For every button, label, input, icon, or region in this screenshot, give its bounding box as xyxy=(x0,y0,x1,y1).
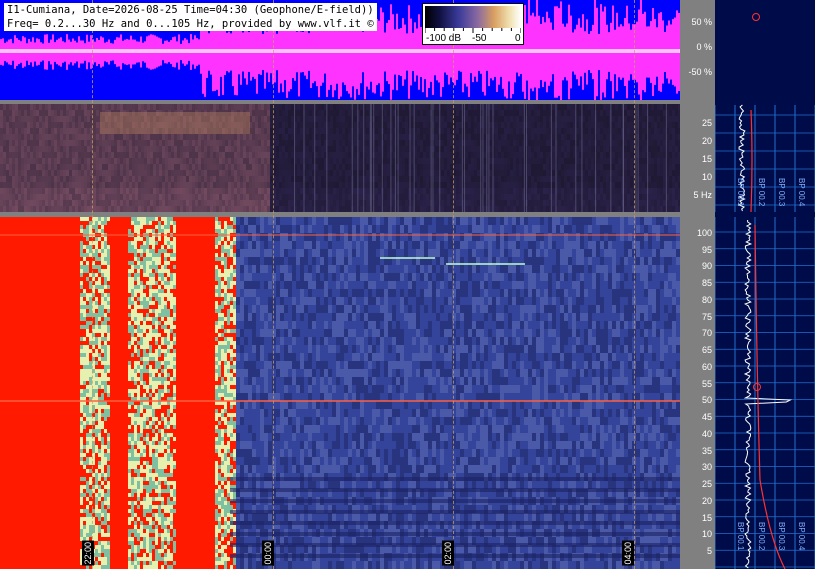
amplitude-panel: I1-Cumiana, Date=2026-08-25 Time=04:30 (… xyxy=(0,0,680,100)
high-tick-10: 10 xyxy=(701,529,712,540)
high-tick-45: 45 xyxy=(701,412,712,423)
colorbar-gradient xyxy=(425,6,521,28)
bp-label-lower-2: BP 00.2 xyxy=(757,522,766,551)
low-tick-10: 10 xyxy=(701,172,712,182)
time-label-0000: 00:00 xyxy=(262,541,274,566)
high-tick-15: 15 xyxy=(701,512,712,523)
amp-tick-50: 50 % xyxy=(691,17,712,27)
spectrum-side-panel: BP 00.1 BP 00.2 BP 00.3 BP 00.4 BP 00.1 … xyxy=(715,0,815,569)
low-spectrogram-image xyxy=(0,104,680,212)
high-tick-5: 5 xyxy=(706,546,712,557)
colorbar-labels: -100 dB -50 0 xyxy=(423,33,523,45)
header-line-frequency: Freq= 0.2...30 Hz and 0...105 Hz, provid… xyxy=(7,18,374,30)
high-tick-30: 30 xyxy=(701,462,712,473)
amp-tick-0: 0 % xyxy=(696,42,712,52)
low-tick-5: 5 Hz xyxy=(693,190,712,200)
high-spectrogram-image xyxy=(0,217,680,569)
bp-label-lower-3: BP 00.3 xyxy=(777,522,786,551)
high-tick-35: 35 xyxy=(701,445,712,456)
high-tick-40: 40 xyxy=(701,428,712,439)
high-tick-75: 75 xyxy=(701,311,712,322)
bp-label-lower-4: BP 00.4 xyxy=(797,522,806,551)
high-tick-25: 25 xyxy=(701,479,712,490)
station-header: I1-Cumiana, Date=2026-08-25 Time=04:30 (… xyxy=(4,3,377,31)
time-label-0200: 02:00 xyxy=(442,541,454,566)
high-tick-50: 50 xyxy=(701,395,712,406)
colorbar-label-mid: -50 xyxy=(472,33,487,44)
high-tick-90: 90 xyxy=(701,261,712,272)
time-gridline xyxy=(453,0,454,569)
bp-label-upper-3: BP 00.3 xyxy=(777,178,786,207)
low-frequency-spectrogram[interactable] xyxy=(0,104,680,212)
high-tick-95: 95 xyxy=(701,244,712,255)
high-tick-20: 20 xyxy=(701,495,712,506)
bp-label-upper-4: BP 00.4 xyxy=(797,178,806,207)
time-gridline xyxy=(273,0,274,569)
vlf-monitor-screen: I1-Cumiana, Date=2026-08-25 Time=04:30 (… xyxy=(0,0,815,569)
colorbar-label-max: 0 xyxy=(515,33,521,44)
low-tick-15: 15 xyxy=(701,154,712,164)
high-tick-70: 70 xyxy=(701,328,712,339)
plot-area: I1-Cumiana, Date=2026-08-25 Time=04:30 (… xyxy=(0,0,680,569)
high-tick-80: 80 xyxy=(701,294,712,305)
low-tick-20: 20 xyxy=(701,136,712,146)
time-gridline xyxy=(92,0,93,569)
high-tick-100: 100 xyxy=(696,227,712,238)
high-frequency-spectrogram[interactable] xyxy=(0,217,680,569)
time-label-2200: 22:00 xyxy=(82,541,94,566)
high-tick-65: 65 xyxy=(701,345,712,356)
high-tick-55: 55 xyxy=(701,378,712,389)
header-line-station: I1-Cumiana, Date=2026-08-25 Time=04:30 (… xyxy=(7,4,374,16)
amp-tick-minus50: -50 % xyxy=(688,67,712,77)
low-tick-25: 25 xyxy=(701,118,712,128)
bp-label-upper-1: BP 00.1 xyxy=(736,178,745,207)
frequency-axis: 50 % 0 % -50 % 25 20 15 10 5 Hz 100 95 90 8… xyxy=(680,0,715,569)
colorbar-label-min: -100 dB xyxy=(426,33,462,44)
high-tick-85: 85 xyxy=(701,278,712,289)
bp-label-lower-1: BP 00.1 xyxy=(736,522,745,551)
time-gridline xyxy=(634,0,635,569)
colorbar: -100 dB -50 0 xyxy=(422,3,524,45)
high-tick-60: 60 xyxy=(701,361,712,372)
spectrum-profile xyxy=(715,13,815,569)
time-label-0400: 04:00 xyxy=(622,541,634,566)
bp-label-upper-2: BP 00.2 xyxy=(757,178,766,207)
